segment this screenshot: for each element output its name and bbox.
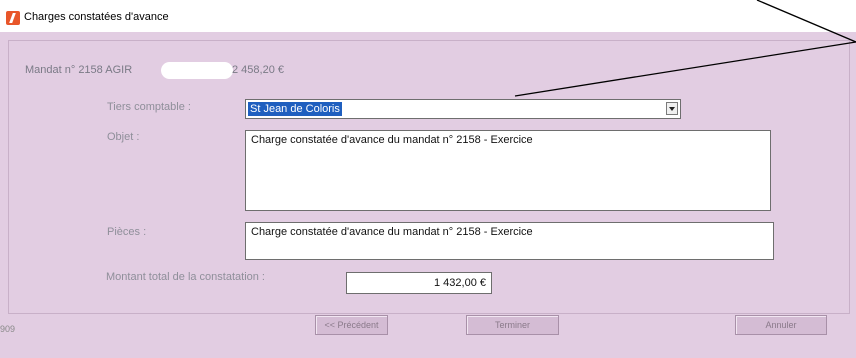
mandat-label: Mandat n° 2158 AGIR	[25, 64, 133, 76]
chevron-down-icon[interactable]	[666, 102, 678, 115]
objet-label: Objet :	[107, 131, 140, 143]
tiers-selected-value: St Jean de Coloris	[248, 102, 342, 116]
redacted-name	[161, 62, 233, 79]
dialog-body: Mandat n° 2158 AGIR 2 458,20 € Tiers com…	[0, 32, 856, 358]
previous-button[interactable]: << Précédent	[315, 315, 388, 335]
window-title: Charges constatées d'avance	[24, 11, 169, 23]
objet-textarea[interactable]: Charge constatée d'avance du mandat n° 2…	[245, 130, 771, 211]
pieces-label: Pièces :	[107, 226, 147, 238]
footer-code: 909	[0, 324, 16, 334]
finish-button[interactable]: Terminer	[466, 315, 559, 335]
montant-label: Montant total de la constatation :	[106, 271, 265, 283]
app-logo-icon	[6, 11, 20, 25]
pieces-textarea[interactable]: Charge constatée d'avance du mandat n° 2…	[245, 222, 774, 260]
tiers-label: Tiers comptable :	[107, 101, 191, 113]
cancel-button[interactable]: Annuler	[735, 315, 827, 335]
window-titlebar: Charges constatées d'avance	[0, 0, 856, 32]
mandat-amount: 2 458,20 €	[232, 64, 284, 76]
montant-input[interactable]: 1 432,00 €	[346, 272, 492, 294]
tiers-select[interactable]: St Jean de Coloris	[245, 99, 681, 119]
